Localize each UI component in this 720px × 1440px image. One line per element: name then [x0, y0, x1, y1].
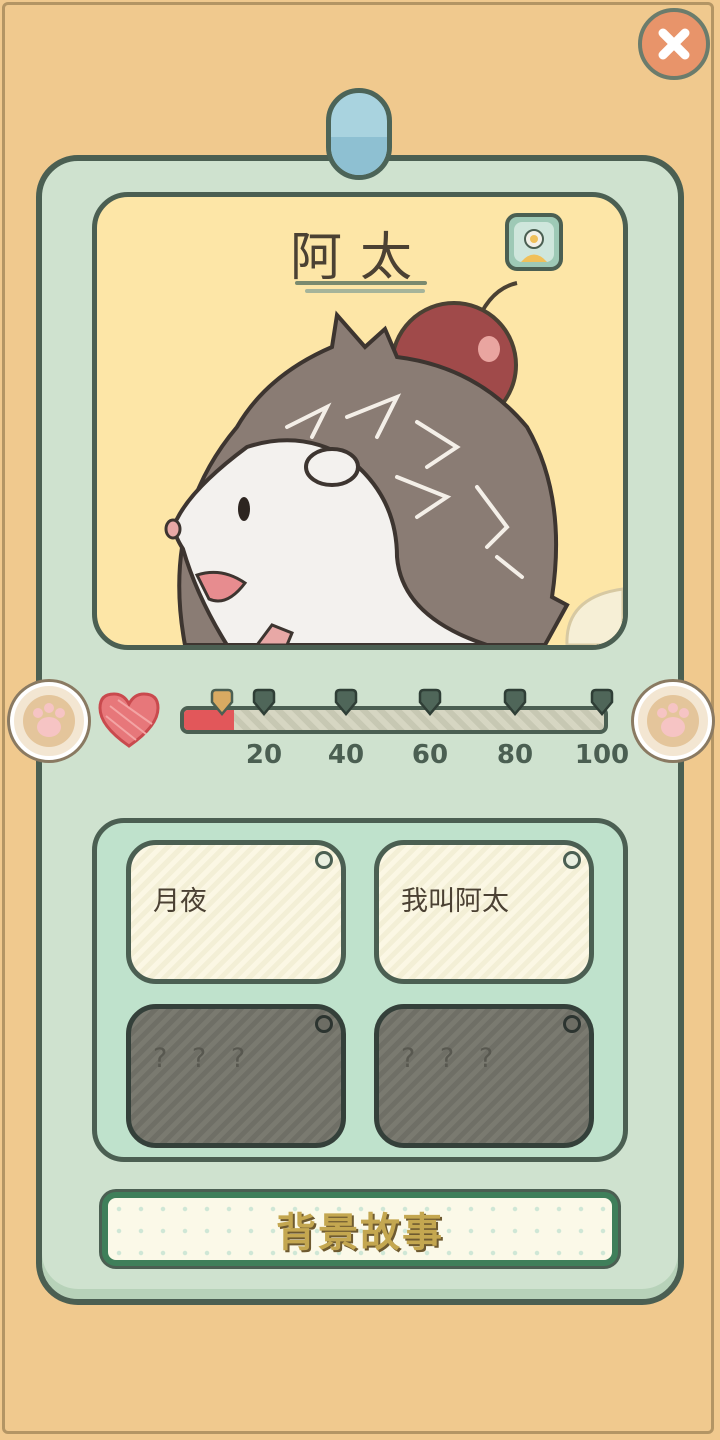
affection-tick-label: 100 [574, 740, 630, 770]
story-card-label: 我叫阿太 [401, 886, 509, 917]
previous-pet-button[interactable] [10, 682, 88, 760]
story-card-locked: ? ? ? [374, 1004, 594, 1148]
current-level-marker [210, 688, 234, 716]
milestone-marker [252, 688, 276, 716]
story-card[interactable]: 我叫阿太 [374, 840, 594, 984]
story-card-dot [315, 851, 333, 869]
pet-avatar-icon [514, 222, 554, 262]
backstory-button[interactable]: 背景故事 [102, 1192, 618, 1266]
affection-tick-label: 80 [496, 740, 534, 770]
affection-tick-label: 20 [245, 740, 283, 770]
milestone-marker [503, 688, 527, 716]
close-icon [650, 20, 698, 68]
backstory-button-label: 背景故事 [276, 1210, 444, 1256]
close-button[interactable] [638, 8, 710, 80]
milestone-marker [590, 688, 614, 716]
affection-tick-label: 40 [327, 740, 365, 770]
pet-portrait: 阿太 [92, 192, 628, 650]
name-underline [295, 281, 427, 285]
story-card-dot [563, 851, 581, 869]
story-card-locked: ? ? ? [126, 1004, 346, 1148]
milestone-marker [418, 688, 442, 716]
paw-icon [647, 695, 699, 747]
name-underline-2 [305, 289, 425, 293]
heart-icon [98, 692, 160, 748]
affection-bar [180, 706, 608, 734]
paw-icon [23, 695, 75, 747]
story-card-label: ? ? ? [401, 1043, 502, 1074]
story-card[interactable]: 月夜 [126, 840, 346, 984]
story-card-label: ? ? ? [153, 1043, 254, 1074]
story-card-dot [315, 1015, 333, 1033]
story-card-label: 月夜 [153, 886, 207, 917]
affection-tick-label: 60 [411, 740, 449, 770]
story-card-dot [563, 1015, 581, 1033]
next-pet-button[interactable] [634, 682, 712, 760]
milestone-marker [334, 688, 358, 716]
avatar-button[interactable] [505, 213, 563, 271]
card-clip [326, 88, 392, 180]
